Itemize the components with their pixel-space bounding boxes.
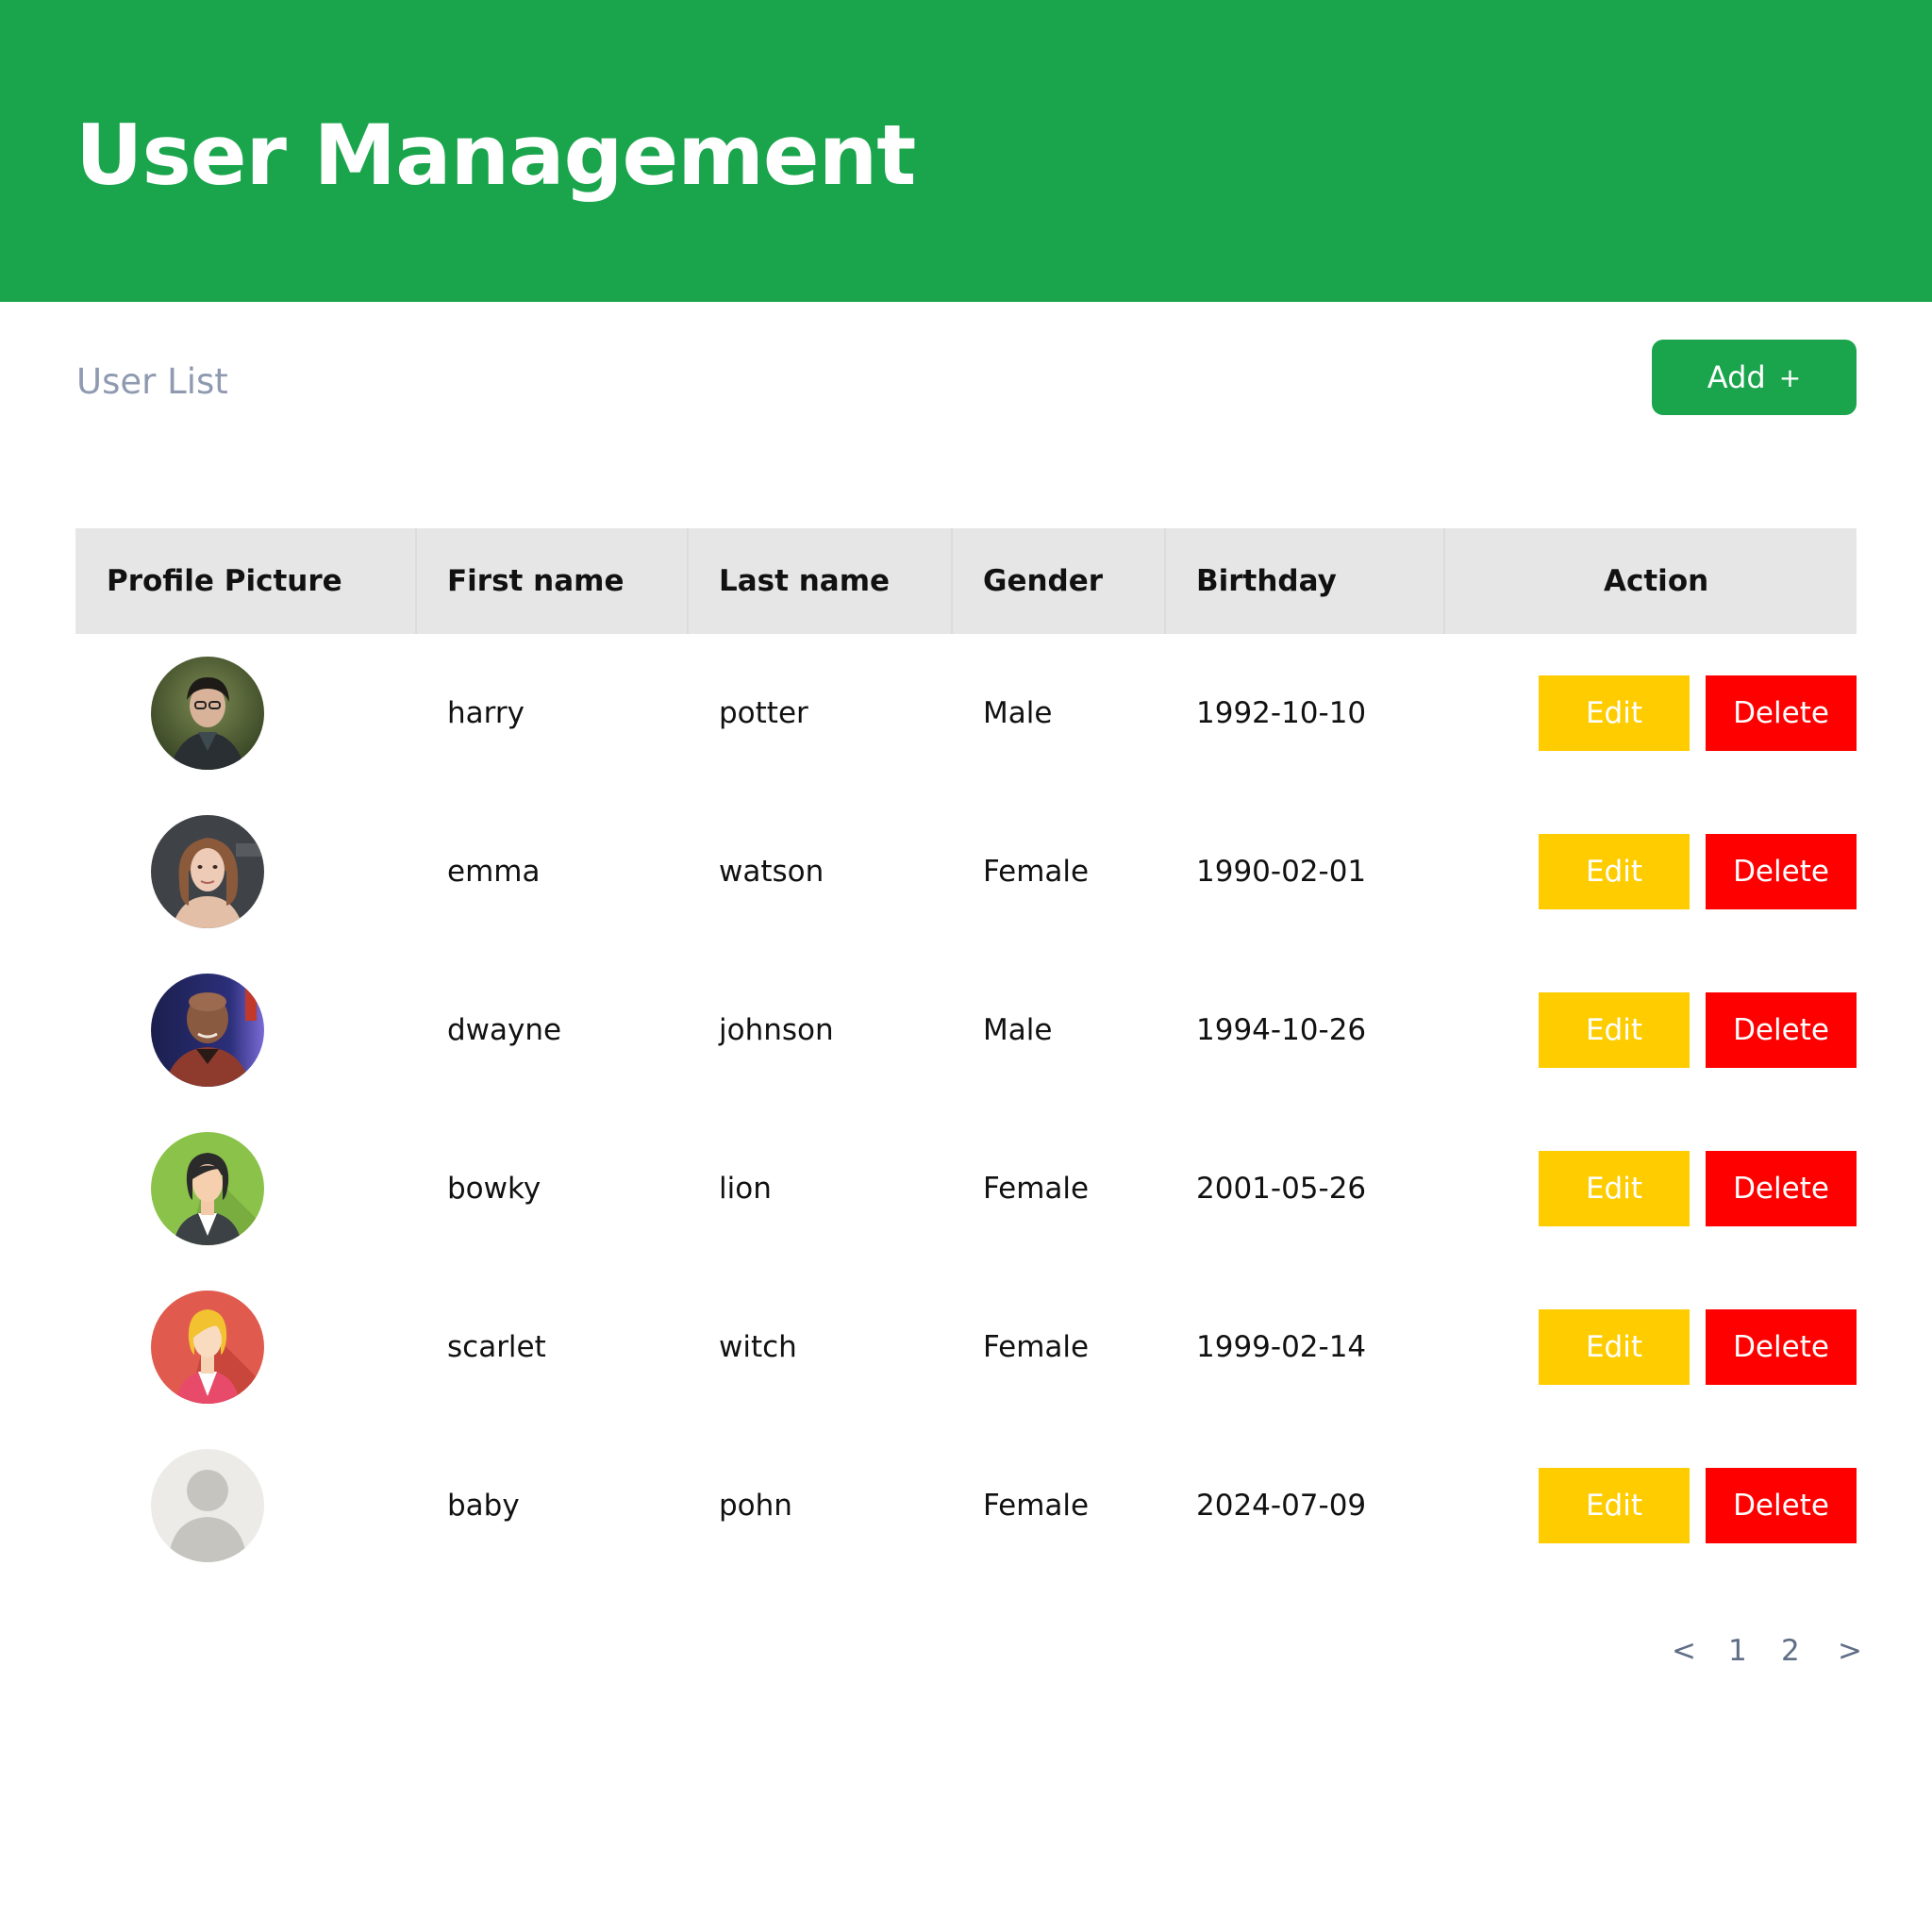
section-title: User List [76,361,228,402]
businesswoman-icon [151,1132,264,1245]
table-row: scarlet witch Female 1999-02-14 Edit Del… [75,1268,1857,1426]
column-header-last-name: Last name [719,564,891,598]
cell-birthday: 2001-05-26 [1196,1172,1367,1206]
page-2-link[interactable]: 2 [1781,1623,1800,1679]
add-user-button[interactable]: Add + [1652,340,1857,415]
table-row: harry potter Male 1992-10-10 Edit Delete [75,634,1857,792]
delete-button[interactable]: Delete [1706,675,1857,751]
pagination: < 1 2 > [1660,1623,1862,1679]
column-header-profile-picture: Profile Picture [107,564,342,598]
table-row: bowky lion Female 2001-05-26 Edit Delete [75,1109,1857,1268]
page-1-link[interactable]: 1 [1728,1623,1747,1679]
cell-last-name: pohn [719,1489,792,1523]
prev-page-button[interactable]: < [1672,1623,1696,1679]
avatar [151,974,264,1087]
cell-gender: Female [983,1330,1090,1364]
table-row: emma watson Female 1990-02-01 Edit Delet… [75,792,1857,951]
column-header-gender: Gender [983,564,1104,598]
portrait-photo-icon [151,815,264,928]
avatar [151,815,264,928]
portrait-photo-icon [151,974,264,1087]
column-divider [415,528,417,634]
cell-first-name: harry [447,696,525,730]
avatar [151,1449,264,1562]
cell-birthday: 2024-07-09 [1196,1489,1367,1523]
edit-button[interactable]: Edit [1539,1309,1690,1385]
column-divider [687,528,689,634]
delete-button[interactable]: Delete [1706,1468,1857,1543]
avatar [151,1132,264,1245]
cell-gender: Male [983,1013,1053,1047]
cell-birthday: 1994-10-26 [1196,1013,1367,1047]
edit-button[interactable]: Edit [1539,992,1690,1068]
edit-button[interactable]: Edit [1539,1468,1690,1543]
cell-gender: Female [983,1172,1090,1206]
delete-button[interactable]: Delete [1706,1151,1857,1226]
edit-button[interactable]: Edit [1539,834,1690,909]
businesswoman-icon [151,1291,264,1404]
cell-first-name: bowky [447,1172,541,1206]
next-page-button[interactable]: > [1838,1623,1862,1679]
cell-birthday: 1999-02-14 [1196,1330,1367,1364]
cell-last-name: witch [719,1330,797,1364]
cell-first-name: scarlet [447,1330,546,1364]
page-header: User Management [0,0,1932,302]
portrait-photo-icon [151,657,264,770]
edit-button[interactable]: Edit [1539,1151,1690,1226]
table-row: dwayne johnson Male 1994-10-26 Edit Dele… [75,951,1857,1109]
avatar [151,1291,264,1404]
cell-gender: Female [983,855,1090,889]
delete-button[interactable]: Delete [1706,992,1857,1068]
cell-gender: Female [983,1489,1090,1523]
cell-first-name: dwayne [447,1013,562,1047]
column-header-action: Action [1604,564,1709,598]
column-header-birthday: Birthday [1196,564,1337,598]
edit-button[interactable]: Edit [1539,675,1690,751]
cell-last-name: johnson [719,1013,834,1047]
default-user-icon [151,1449,264,1562]
cell-last-name: watson [719,855,824,889]
column-divider [951,528,953,634]
page-title: User Management [75,107,916,204]
column-divider [1164,528,1166,634]
cell-first-name: emma [447,855,541,889]
plus-icon: + [1778,361,1802,393]
table-row: baby pohn Female 2024-07-09 Edit Delete [75,1426,1857,1585]
cell-gender: Male [983,696,1053,730]
delete-button[interactable]: Delete [1706,1309,1857,1385]
delete-button[interactable]: Delete [1706,834,1857,909]
column-header-first-name: First name [447,564,625,598]
avatar [151,657,264,770]
cell-birthday: 1990-02-01 [1196,855,1367,889]
column-divider [1443,528,1445,634]
cell-last-name: potter [719,696,808,730]
add-button-label: Add [1707,359,1766,395]
cell-last-name: lion [719,1172,772,1206]
cell-first-name: baby [447,1489,520,1523]
table-header: Profile Picture First name Last name Gen… [75,528,1857,634]
cell-birthday: 1992-10-10 [1196,696,1367,730]
